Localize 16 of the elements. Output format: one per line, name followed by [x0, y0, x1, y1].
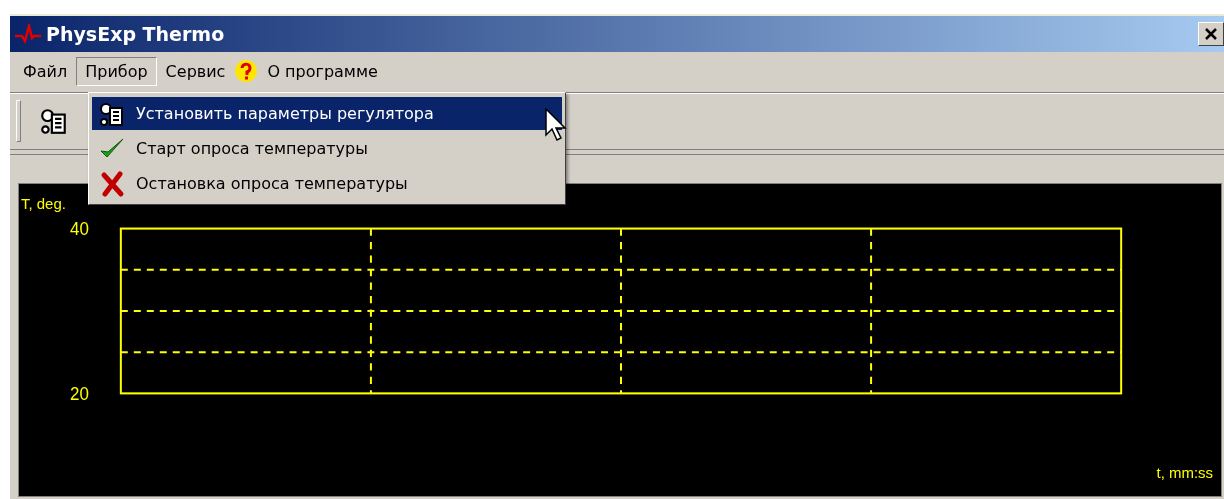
window-title: PhysExp Thermo	[46, 23, 225, 45]
dropdown-item[interactable]: Старт опроса температуры	[92, 132, 562, 165]
close-button[interactable]	[1198, 22, 1224, 46]
close-icon	[1204, 27, 1218, 41]
menu-item[interactable]: О программе	[258, 56, 387, 86]
dropdown-item[interactable]: Остановка опроса температуры	[92, 167, 562, 200]
y-tick-label: 40	[70, 218, 89, 239]
y-tick-label: 20	[70, 383, 89, 404]
y-axis-label: T, deg.	[21, 194, 66, 212]
help-icon	[234, 59, 259, 83]
menu-item[interactable]: Файл	[14, 56, 77, 86]
menu-item[interactable]: Сервис	[156, 56, 235, 86]
pulse-logo-icon	[14, 24, 42, 44]
x-axis-label: t, mm:ss	[1156, 464, 1213, 482]
dropdown-item[interactable]: Установить параметры регулятора	[92, 97, 562, 130]
menu-item[interactable]: Прибор	[76, 56, 157, 86]
